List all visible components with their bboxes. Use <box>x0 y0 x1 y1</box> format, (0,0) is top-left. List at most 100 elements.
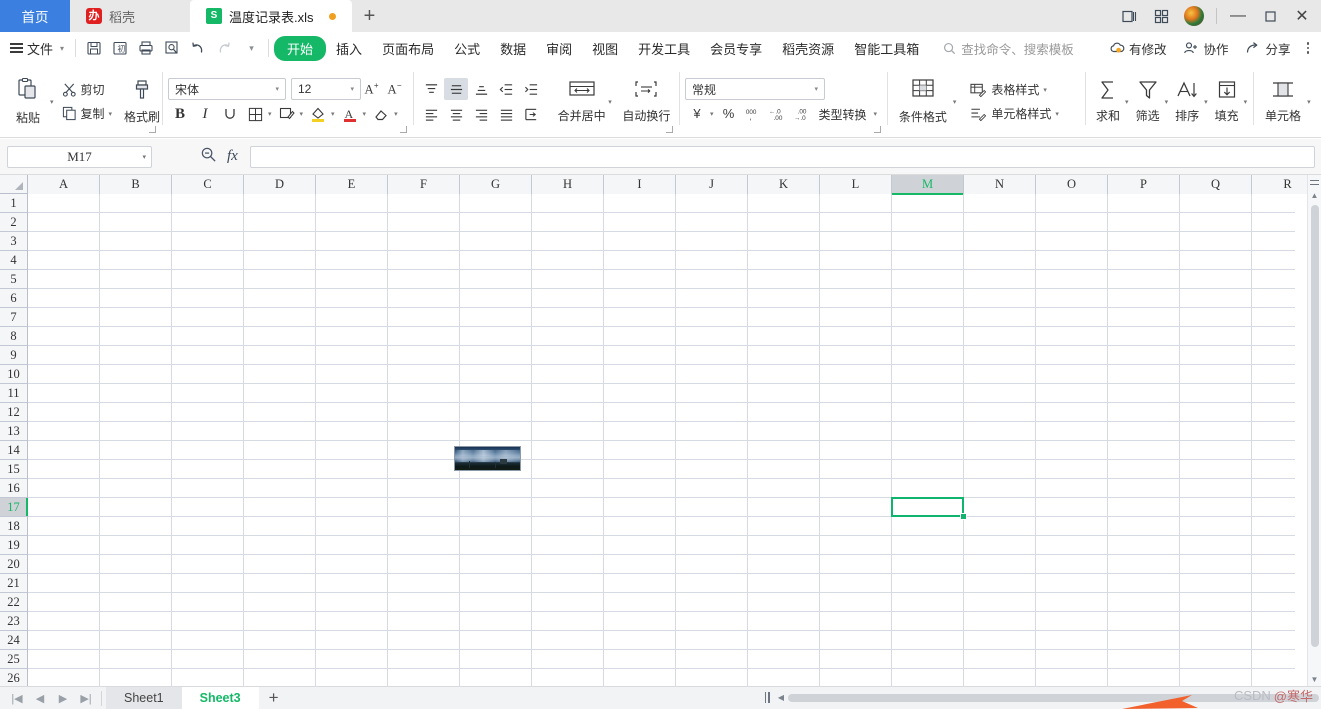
row-header-12[interactable]: 12 <box>0 403 27 422</box>
row-header-16[interactable]: 16 <box>0 479 27 498</box>
insert-function-icon[interactable]: fx <box>227 148 238 165</box>
row-header-19[interactable]: 19 <box>0 536 27 555</box>
align-right-button[interactable] <box>469 103 493 125</box>
row-header-7[interactable]: 7 <box>0 308 27 327</box>
fill-dropdown-icon[interactable]: ▾ <box>1244 98 1250 106</box>
collaborate-button[interactable]: 协作 <box>1176 36 1235 61</box>
horizontal-split-handle[interactable] <box>760 692 774 703</box>
tab-insert[interactable]: 插入 <box>326 36 372 61</box>
increase-decimal-button[interactable]: .00 →.0 <box>792 103 816 125</box>
paste-button[interactable]: 粘贴 <box>6 75 50 128</box>
font-size-dropdown-icon[interactable]: ▾ <box>346 85 358 93</box>
prev-sheet-button[interactable]: ◀ <box>29 688 51 709</box>
landscape-photo[interactable] <box>454 446 521 471</box>
number-dialog-launcher[interactable] <box>873 126 881 133</box>
column-header-Q[interactable]: Q <box>1180 175 1252 194</box>
cloud-modified-button[interactable]: 有修改 <box>1102 36 1174 61</box>
column-header-H[interactable]: H <box>532 175 604 194</box>
align-bottom-button[interactable] <box>469 78 493 100</box>
percent-button[interactable]: % <box>717 103 741 125</box>
row-header-18[interactable]: 18 <box>0 517 27 536</box>
cut-button[interactable]: 剪切 <box>56 79 121 100</box>
underline-button[interactable] <box>218 103 242 125</box>
cells-button[interactable]: 单元格 <box>1259 77 1307 126</box>
cell-style-dropdown-icon[interactable]: ▾ <box>1055 110 1061 118</box>
align-left-button[interactable] <box>419 103 443 125</box>
file-menu-button[interactable]: 文件 ▾ <box>0 39 70 58</box>
italic-button[interactable]: I <box>193 103 217 125</box>
add-sheet-button[interactable]: + <box>259 687 289 709</box>
cells-area[interactable] <box>28 194 1295 686</box>
undo-icon[interactable] <box>185 35 211 61</box>
number-format-dropdown-icon[interactable]: ▾ <box>810 85 822 93</box>
currency-button[interactable]: ¥ <box>685 103 709 125</box>
row-header-1[interactable]: 1 <box>0 194 27 213</box>
decrease-indent-button[interactable] <box>494 78 518 100</box>
row-header-2[interactable]: 2 <box>0 213 27 232</box>
alignment-dialog-launcher[interactable] <box>666 126 673 133</box>
wrap-text-button[interactable]: 自动换行 <box>620 77 673 126</box>
type-convert-button[interactable]: 类型转换 <box>817 104 873 125</box>
text-orientation-button[interactable] <box>519 103 543 125</box>
column-header-P[interactable]: P <box>1108 175 1180 194</box>
close-button[interactable]: ✕ <box>1287 1 1317 31</box>
vertical-scroll-thumb[interactable] <box>1311 205 1319 647</box>
print-preview-icon[interactable] <box>159 35 185 61</box>
table-style-dropdown-icon[interactable]: ▾ <box>1043 86 1049 94</box>
scroll-left-arrow-icon[interactable]: ◀ <box>774 693 788 702</box>
minimize-button[interactable]: — <box>1223 1 1253 31</box>
borders-dropdown-icon[interactable]: ▾ <box>268 110 274 118</box>
clear-format-button[interactable] <box>369 103 393 125</box>
conditional-format-dropdown-icon[interactable]: ▾ <box>953 98 959 106</box>
filter-button[interactable]: 筛选 <box>1131 77 1165 126</box>
merge-center-button[interactable]: 合并居中 <box>555 77 608 126</box>
format-painter-button[interactable]: 格式刷 <box>120 76 164 127</box>
cell-style-button[interactable]: 单元格样式 ▾ <box>964 103 1067 124</box>
column-header-B[interactable]: B <box>100 175 172 194</box>
bold-button[interactable]: B <box>168 103 192 125</box>
scroll-up-arrow-icon[interactable]: ▲ <box>1308 188 1321 202</box>
row-header-23[interactable]: 23 <box>0 612 27 631</box>
copy-button[interactable]: 复制 ▾ <box>56 103 121 124</box>
sort-button[interactable]: 排序 <box>1170 77 1204 126</box>
save-icon[interactable] <box>81 35 107 61</box>
horizontal-scroll-thumb[interactable] <box>788 693 1319 702</box>
column-header-L[interactable]: L <box>820 175 892 194</box>
copy-dropdown-icon[interactable]: ▾ <box>109 110 115 118</box>
customize-quick-access-icon[interactable]: ▾ <box>237 35 263 61</box>
row-header-14[interactable]: 14 <box>0 441 27 460</box>
tab-file-active[interactable]: S 温度记录表.xls <box>190 0 352 32</box>
grid-view-icon[interactable] <box>1146 1 1176 31</box>
row-header-3[interactable]: 3 <box>0 232 27 251</box>
sidebar-toggle-icon[interactable] <box>1114 1 1144 31</box>
row-header-9[interactable]: 9 <box>0 346 27 365</box>
comma-style-button[interactable]: 000, <box>742 103 766 125</box>
tab-page-layout[interactable]: 页面布局 <box>372 36 444 61</box>
tab-start[interactable]: 开始 <box>274 35 327 61</box>
maximize-button[interactable] <box>1255 1 1285 31</box>
row-header-4[interactable]: 4 <box>0 251 27 270</box>
row-header-22[interactable]: 22 <box>0 593 27 612</box>
number-format-select[interactable]: 常规 ▾ <box>685 78 825 100</box>
font-name-dropdown-icon[interactable]: ▾ <box>271 85 283 93</box>
vertical-scrollbar[interactable]: ▲ ▼ <box>1307 175 1321 686</box>
column-header-C[interactable]: C <box>172 175 244 194</box>
increase-indent-button[interactable] <box>519 78 543 100</box>
column-header-J[interactable]: J <box>676 175 748 194</box>
text-effects-button[interactable] <box>275 103 299 125</box>
font-dialog-launcher[interactable] <box>400 126 407 133</box>
more-options-icon[interactable] <box>1301 42 1316 54</box>
first-sheet-button[interactable]: |◀ <box>6 688 28 709</box>
tab-docer-resources[interactable]: 稻壳资源 <box>772 36 844 61</box>
tab-view[interactable]: 视图 <box>582 36 628 61</box>
last-sheet-button[interactable]: ▶| <box>75 688 97 709</box>
column-header-N[interactable]: N <box>964 175 1036 194</box>
row-header-20[interactable]: 20 <box>0 555 27 574</box>
tab-docer[interactable]: 办 稻壳 <box>70 0 190 32</box>
clipboard-dialog-launcher[interactable] <box>149 126 156 133</box>
search-command-box[interactable]: 查找命令、搜索模板 <box>943 39 1074 58</box>
font-name-input[interactable]: 宋体 ▾ <box>168 78 286 100</box>
align-top-button[interactable] <box>419 78 443 100</box>
print-icon[interactable] <box>133 35 159 61</box>
borders-button[interactable] <box>243 103 267 125</box>
